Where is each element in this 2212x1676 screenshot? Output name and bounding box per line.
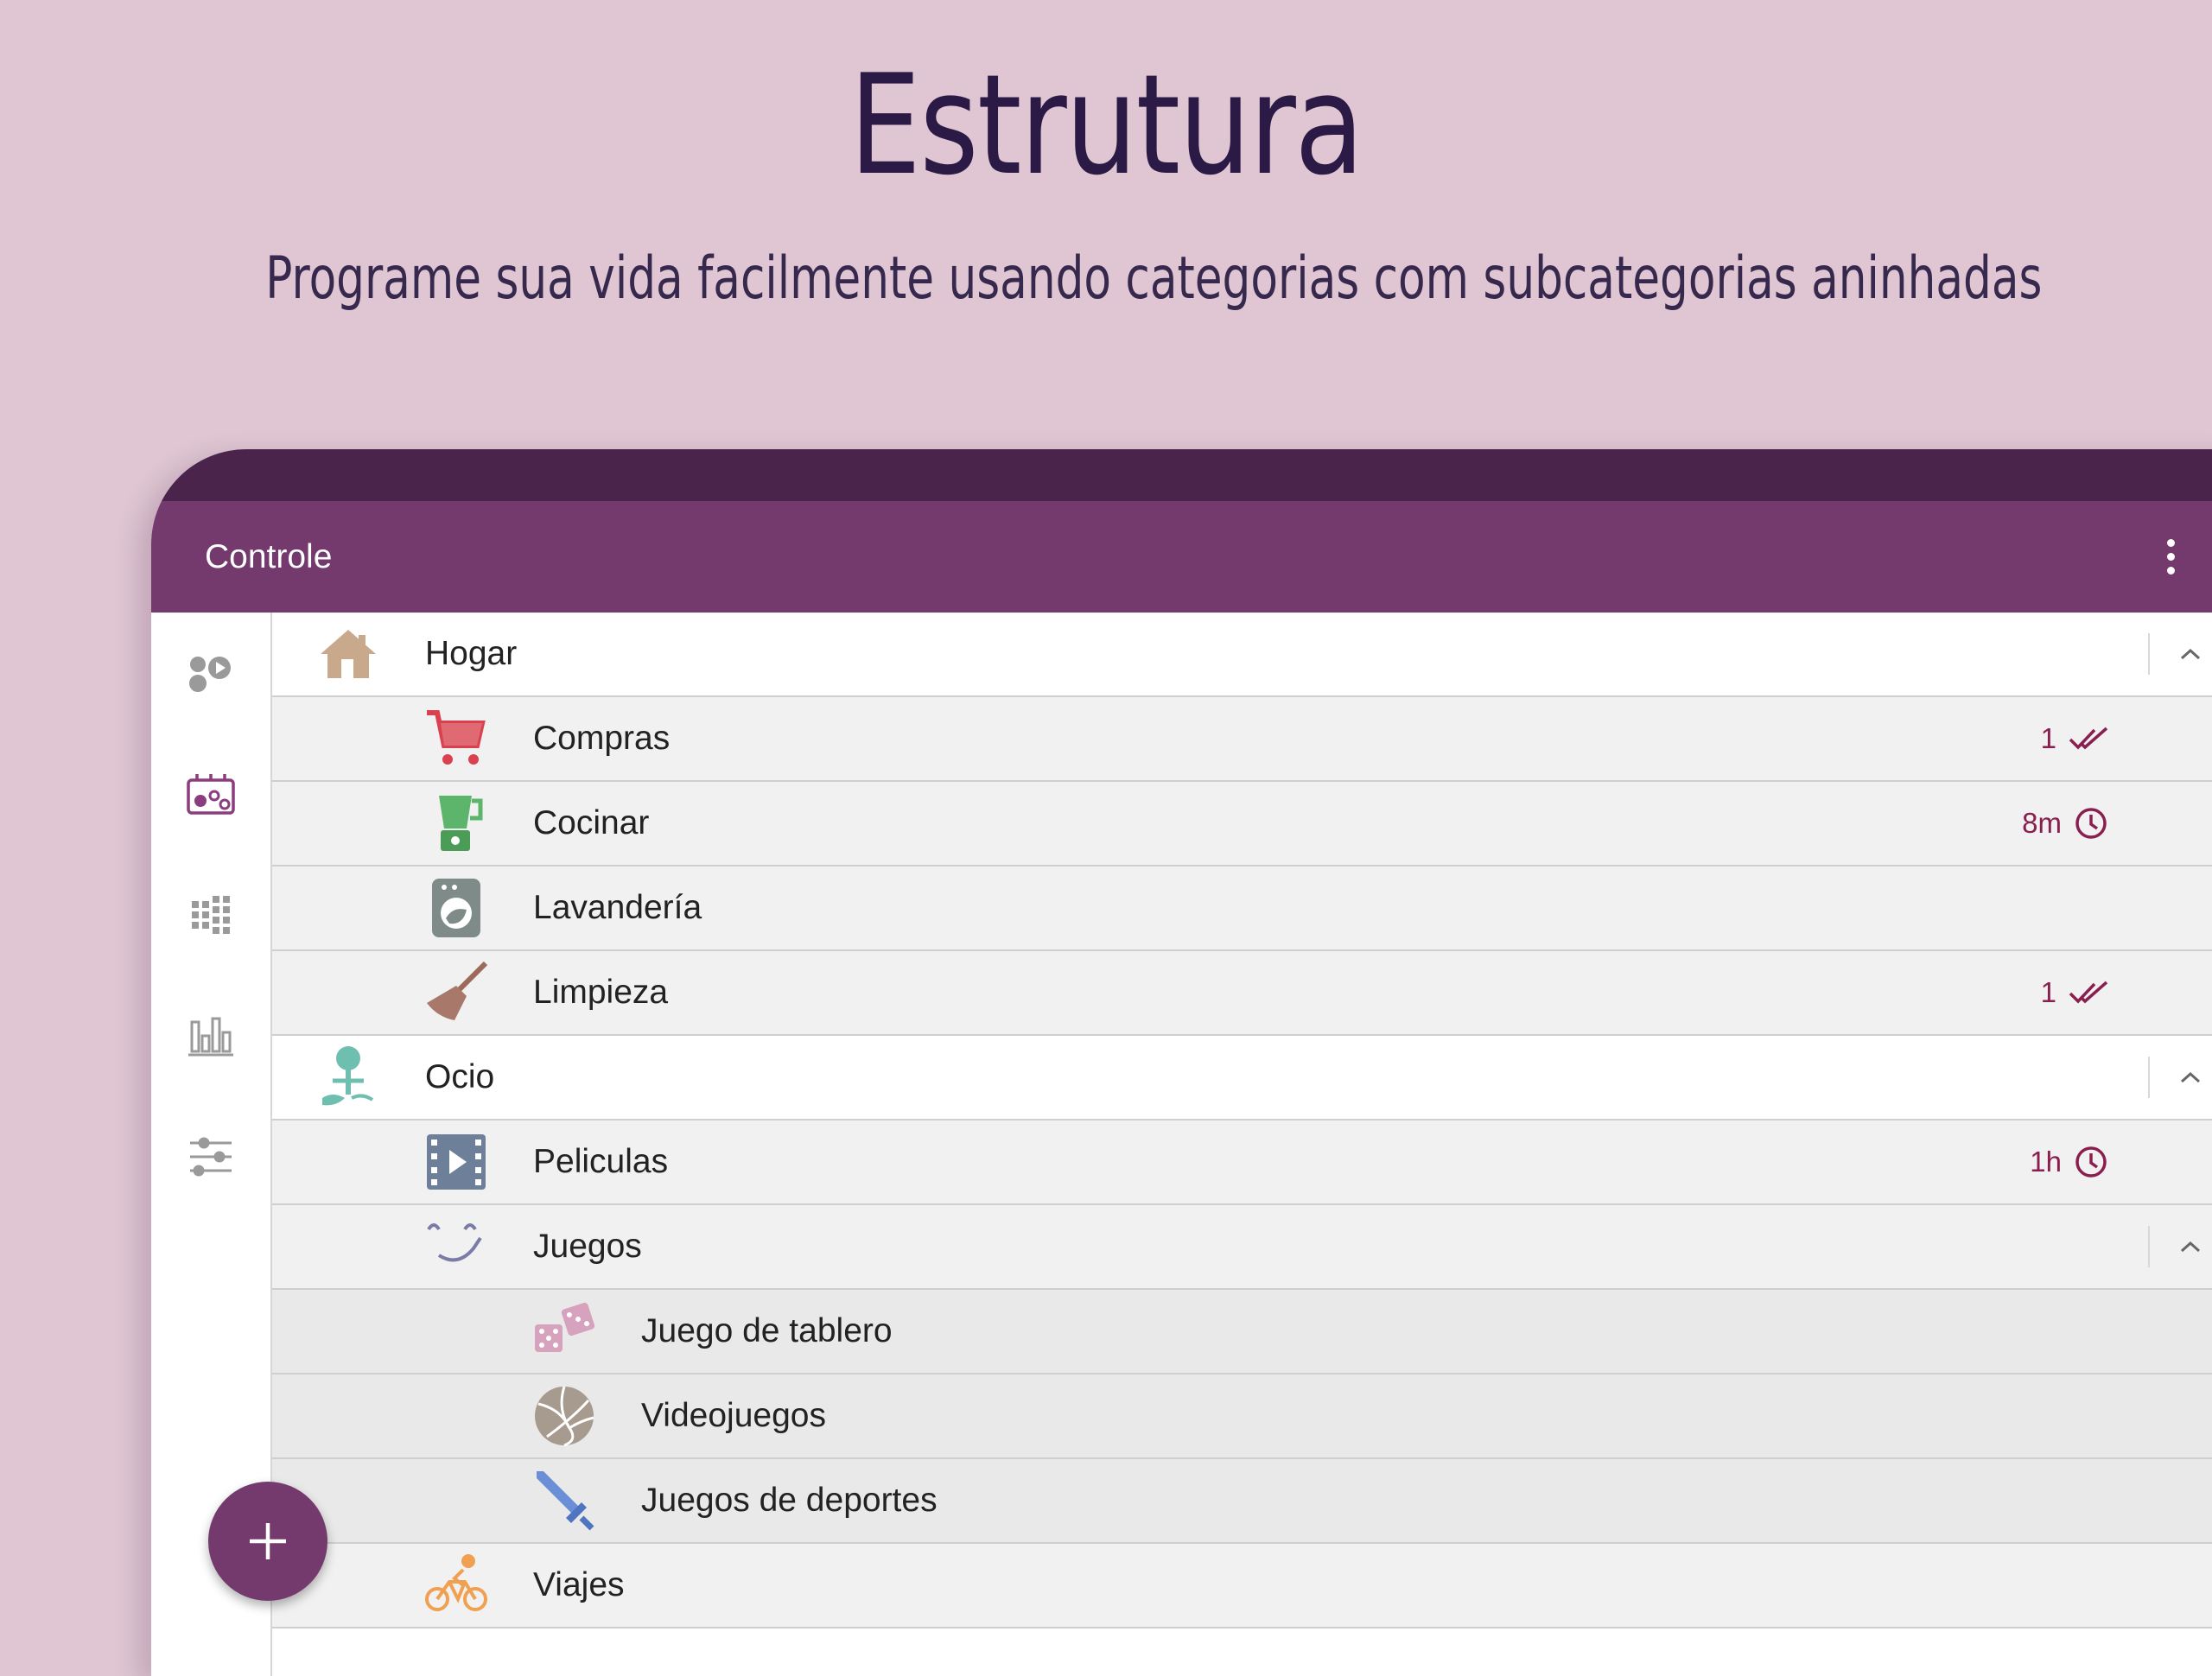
more-vert-icon[interactable] bbox=[2140, 501, 2201, 613]
status-bar bbox=[151, 449, 2212, 501]
sword-icon bbox=[531, 1468, 597, 1533]
bar-chart-icon[interactable] bbox=[176, 1001, 245, 1070]
plus-icon bbox=[250, 1523, 286, 1559]
divider bbox=[2148, 1057, 2150, 1098]
tree-bench-icon bbox=[315, 1044, 381, 1110]
category-row-viajes[interactable]: Viajes bbox=[272, 1544, 2212, 1628]
category-row-juegos-de-deportes[interactable]: Juegos de deportes bbox=[272, 1459, 2212, 1544]
category-label: Lavandería bbox=[533, 889, 702, 926]
broom-icon bbox=[423, 960, 489, 1025]
house-icon bbox=[315, 621, 381, 687]
badge-duration: 8m bbox=[2022, 807, 2062, 839]
dice-icon bbox=[531, 1298, 597, 1364]
badge-count: 1 bbox=[2040, 722, 2056, 754]
category-label: Cocinar bbox=[533, 804, 650, 841]
badge-duration: 1h bbox=[2030, 1146, 2062, 1178]
category-label: Juegos bbox=[533, 1228, 642, 1265]
chevron-up-icon[interactable] bbox=[2169, 1225, 2212, 1268]
divider bbox=[2148, 633, 2150, 675]
category-row-lavanderia[interactable]: Lavandería bbox=[272, 867, 2212, 951]
add-category-button[interactable] bbox=[208, 1482, 327, 1601]
chevron-up-icon[interactable] bbox=[2169, 632, 2212, 676]
category-label: Videojuegos bbox=[641, 1397, 826, 1434]
category-label: Hogar bbox=[425, 635, 518, 672]
category-label: Viajes bbox=[533, 1566, 625, 1603]
category-label: Limpieza bbox=[533, 974, 669, 1011]
calendar-grid-icon[interactable] bbox=[176, 880, 245, 949]
app-bar: Controle bbox=[151, 501, 2212, 613]
category-row-videojuegos[interactable]: Videojuegos bbox=[272, 1374, 2212, 1459]
category-list: Hogar Compras 1 Cocinar 8m Lavandería Li… bbox=[272, 613, 2212, 1628]
category-row-hogar[interactable]: Hogar bbox=[272, 613, 2212, 697]
category-label: Compras bbox=[533, 720, 671, 757]
completed-badge: 1 bbox=[2041, 697, 2108, 780]
filter-sliders-icon[interactable] bbox=[176, 1122, 245, 1191]
volleyball-icon bbox=[531, 1383, 597, 1449]
film-icon bbox=[423, 1129, 489, 1195]
category-row-compras[interactable]: Compras 1 bbox=[272, 697, 2212, 782]
hero-subtitle: Programe sua vida facilmente usando cate… bbox=[265, 244, 2043, 313]
smiley-icon bbox=[423, 1214, 489, 1279]
done-all-icon bbox=[2069, 727, 2108, 750]
hero-title: Estrutura bbox=[849, 44, 1364, 206]
done-all-icon bbox=[2069, 981, 2108, 1004]
activities-icon[interactable] bbox=[176, 638, 245, 708]
washing-machine-icon bbox=[423, 875, 489, 941]
tablet-screen: Controle Hogar Compras 1 Cocinar 8m Lava… bbox=[151, 449, 2212, 1676]
clock-icon bbox=[2075, 1146, 2107, 1178]
bicycle-icon bbox=[423, 1552, 489, 1618]
app-title: Controle bbox=[205, 538, 333, 575]
category-row-ocio[interactable]: Ocio bbox=[272, 1036, 2212, 1121]
category-row-peliculas[interactable]: Peliculas 1h bbox=[272, 1121, 2212, 1205]
clock-icon bbox=[2075, 808, 2107, 839]
category-row-juego-de-tablero[interactable]: Juego de tablero bbox=[272, 1290, 2212, 1374]
duration-badge: 1h bbox=[2030, 1121, 2108, 1203]
divider bbox=[2148, 1226, 2150, 1267]
category-row-juegos[interactable]: Juegos bbox=[272, 1205, 2212, 1290]
completed-badge: 1 bbox=[2041, 951, 2108, 1034]
blender-icon bbox=[423, 790, 489, 856]
timeline-icon[interactable] bbox=[176, 759, 245, 828]
category-label: Ocio bbox=[425, 1058, 495, 1095]
category-label: Juego de tablero bbox=[641, 1312, 893, 1349]
category-label: Juegos de deportes bbox=[641, 1482, 938, 1519]
chevron-up-icon[interactable] bbox=[2169, 1056, 2212, 1099]
category-row-limpieza[interactable]: Limpieza 1 bbox=[272, 951, 2212, 1036]
category-row-cocinar[interactable]: Cocinar 8m bbox=[272, 782, 2212, 867]
badge-count: 1 bbox=[2040, 976, 2056, 1008]
category-label: Peliculas bbox=[533, 1143, 669, 1180]
shopping-cart-icon bbox=[423, 706, 489, 771]
duration-badge: 8m bbox=[2022, 782, 2108, 865]
